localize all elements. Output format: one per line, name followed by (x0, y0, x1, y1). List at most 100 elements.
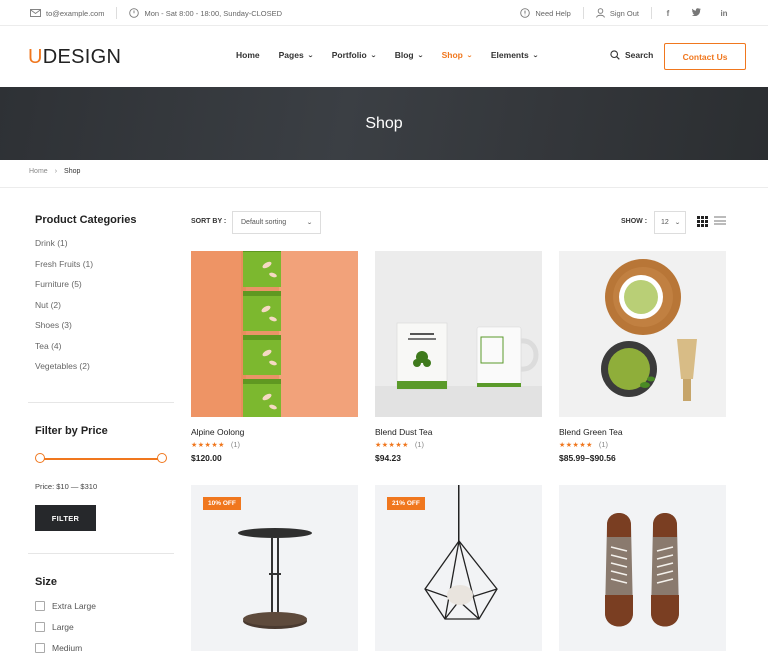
show-count-value: 12 (661, 219, 669, 226)
email-text: to@example.com (46, 8, 105, 18)
category-drink[interactable]: Drink (1) (35, 238, 175, 259)
review-count: (1) (414, 440, 425, 449)
divider (116, 7, 118, 19)
site-header: UDESIGN Home Pages ⌄ Portfolio ⌄ Blog ⌄ Sho… (0, 27, 768, 87)
price-slider-min-handle[interactable] (35, 453, 45, 463)
email-contact[interactable]: to@example.com (30, 9, 104, 18)
linkedin-icon[interactable]: in (710, 9, 738, 18)
sign-out-link[interactable]: Sign Out (595, 8, 639, 18)
review-count: (1) (230, 440, 241, 449)
chevron-down-icon: ⌄ (306, 52, 314, 59)
review-count: (1) (598, 440, 609, 449)
product-rating: ★★★★★ (1) (559, 440, 726, 449)
search-icon (610, 50, 620, 60)
product-rating: ★★★★★ (1) (191, 440, 358, 449)
product-card[interactable]: Blend Dust Tea ★★★★★ (1) $94.23 (375, 251, 542, 463)
twitter-icon[interactable] (682, 8, 710, 18)
sidebar: Product Categories Drink (1) Fresh Fruit… (35, 214, 175, 382)
page-banner: Shop (0, 87, 768, 160)
size-option-large[interactable]: Large (35, 622, 74, 632)
product-rating: ★★★★★ (1) (375, 440, 542, 449)
search-button[interactable]: Search (610, 50, 653, 60)
grid-view-icon[interactable] (697, 216, 708, 227)
nav-pages[interactable]: Pages ⌄ (279, 50, 314, 60)
star-rating-icon: ★★★★★ (559, 441, 593, 449)
size-option-medium[interactable]: Medium (35, 643, 82, 653)
need-help-text: Need Help (535, 8, 571, 18)
price-slider-max-handle[interactable] (157, 453, 167, 463)
show-count-select[interactable]: 12 ⌄ (654, 211, 686, 234)
sort-select[interactable]: Default sorting ⌄ (232, 211, 321, 234)
product-card[interactable]: 10% OFF (191, 485, 358, 651)
price-filter-title: Filter by Price (35, 425, 108, 437)
page-title: Shop (365, 114, 403, 132)
size-filter-title: Size (35, 576, 58, 588)
product-image[interactable] (375, 251, 542, 417)
list-view-icon[interactable] (714, 216, 726, 227)
product-price: $85.99–$90.56 (559, 453, 616, 463)
filter-button[interactable]: FILTER (35, 505, 96, 531)
divider (28, 402, 174, 403)
product-price: $94.23 (375, 453, 401, 463)
size-label: Extra Large (52, 601, 96, 611)
chevron-down-icon: ⌄ (416, 52, 424, 59)
category-shoes[interactable]: Shoes (3) (35, 320, 175, 341)
nav-shop[interactable]: Shop ⌄ (442, 50, 473, 60)
chevron-down-icon: ⌄ (531, 52, 539, 59)
product-image[interactable] (191, 251, 358, 417)
opening-hours: Mon - Sat 8:00 - 18:00, Sunday-CLOSED (129, 8, 282, 18)
mail-icon (30, 9, 41, 17)
product-name[interactable]: Alpine Oolong (191, 427, 358, 437)
product-card[interactable]: Blend Green Tea ★★★★★ (1) $85.99–$90.56 (559, 251, 726, 463)
size-checkbox[interactable] (35, 643, 45, 653)
nav-home[interactable]: Home (236, 50, 260, 60)
clock-icon (129, 8, 140, 18)
product-card[interactable]: Alpine Oolong ★★★★★ (1) $120.00 (191, 251, 358, 463)
price-slider-track[interactable] (40, 458, 162, 460)
size-label: Large (52, 622, 74, 632)
chevron-down-icon: ⌄ (369, 52, 377, 59)
categories-title: Product Categories (35, 214, 137, 226)
sort-value: Default sorting (241, 219, 287, 226)
star-rating-icon: ★★★★★ (191, 441, 225, 449)
top-bar: to@example.com Mon - Sat 8:00 - 18:00, S… (0, 0, 768, 26)
category-list: Drink (1) Fresh Fruits (1) Furniture (5)… (35, 238, 175, 382)
product-image[interactable]: 21% OFF (375, 485, 542, 651)
user-icon (595, 8, 605, 18)
need-help-link[interactable]: Need Help (520, 8, 571, 18)
facebook-icon[interactable]: f (654, 9, 682, 18)
product-image[interactable]: 10% OFF (191, 485, 358, 651)
product-card[interactable]: 21% OFF (375, 485, 542, 651)
nav-elements[interactable]: Elements ⌄ (491, 50, 539, 60)
breadcrumb-current: Shop (64, 168, 81, 175)
chevron-right-icon: › (54, 168, 58, 175)
product-image[interactable] (559, 251, 726, 417)
price-range-label: Price: $10 — $310 (35, 482, 98, 491)
size-option-extra-large[interactable]: Extra Large (35, 601, 96, 611)
show-count-label: SHOW : (621, 218, 648, 225)
chevron-down-icon: ⌄ (306, 220, 313, 226)
size-checkbox[interactable] (35, 622, 45, 632)
size-checkbox[interactable] (35, 601, 45, 611)
product-image[interactable] (559, 485, 726, 651)
category-fresh-fruits[interactable]: Fresh Fruits (1) (35, 259, 175, 280)
breadcrumb: Home › Shop (29, 168, 80, 175)
divider (0, 187, 768, 188)
breadcrumb-home[interactable]: Home (29, 168, 48, 175)
hours-text: Mon - Sat 8:00 - 18:00, Sunday-CLOSED (144, 8, 283, 18)
main-nav: Home Pages ⌄ Portfolio ⌄ Blog ⌄ Shop ⌄ Eleme… (236, 50, 557, 60)
category-tea[interactable]: Tea (4) (35, 341, 175, 362)
category-furniture[interactable]: Furniture (5) (35, 279, 175, 300)
nav-portfolio[interactable]: Portfolio ⌄ (332, 50, 377, 60)
search-label: Search (625, 50, 654, 60)
category-vegetables[interactable]: Vegetables (2) (35, 361, 175, 382)
contact-us-button[interactable]: Contact Us (664, 43, 746, 70)
site-logo[interactable]: UDESIGN (28, 46, 121, 69)
category-nut[interactable]: Nut (2) (35, 300, 175, 321)
product-card[interactable] (559, 485, 726, 651)
divider (28, 553, 174, 554)
nav-blog[interactable]: Blog ⌄ (395, 50, 424, 60)
product-name[interactable]: Blend Dust Tea (375, 427, 542, 437)
divider (651, 7, 652, 19)
product-name[interactable]: Blend Green Tea (559, 427, 726, 437)
